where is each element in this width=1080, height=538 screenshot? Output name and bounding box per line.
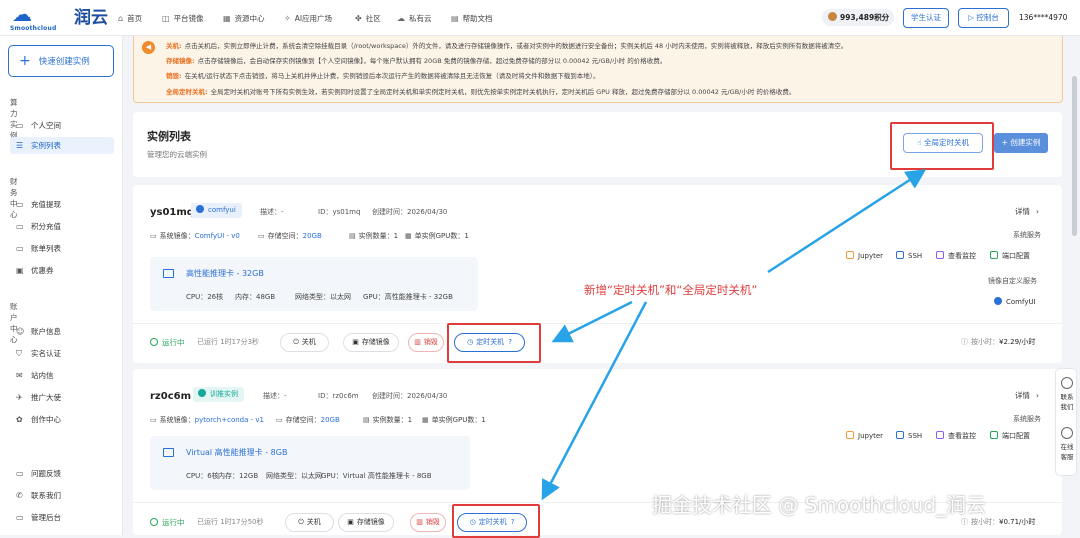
floating-help-panel[interactable]: 联系我们 在线客服 — [1055, 368, 1077, 476]
arrow-to-global-shutdown — [767, 169, 927, 274]
headset-icon — [1061, 377, 1073, 389]
float-contact-label[interactable]: 联系我们 — [1058, 392, 1076, 412]
annotation-arrows — [541, 169, 927, 501]
scrollbar[interactable] — [1072, 76, 1077, 236]
arrow-to-timer-1 — [551, 300, 633, 343]
watermark: 掘金技术社区 @ Smoothcloud_润云 — [652, 493, 987, 517]
arrow-to-timer-2 — [541, 301, 648, 501]
float-service-label[interactable]: 在线客服 — [1058, 442, 1076, 462]
annotation-text: 新增“定时关机”和“全局定时关机” — [584, 283, 758, 297]
chat-icon — [1061, 427, 1073, 439]
